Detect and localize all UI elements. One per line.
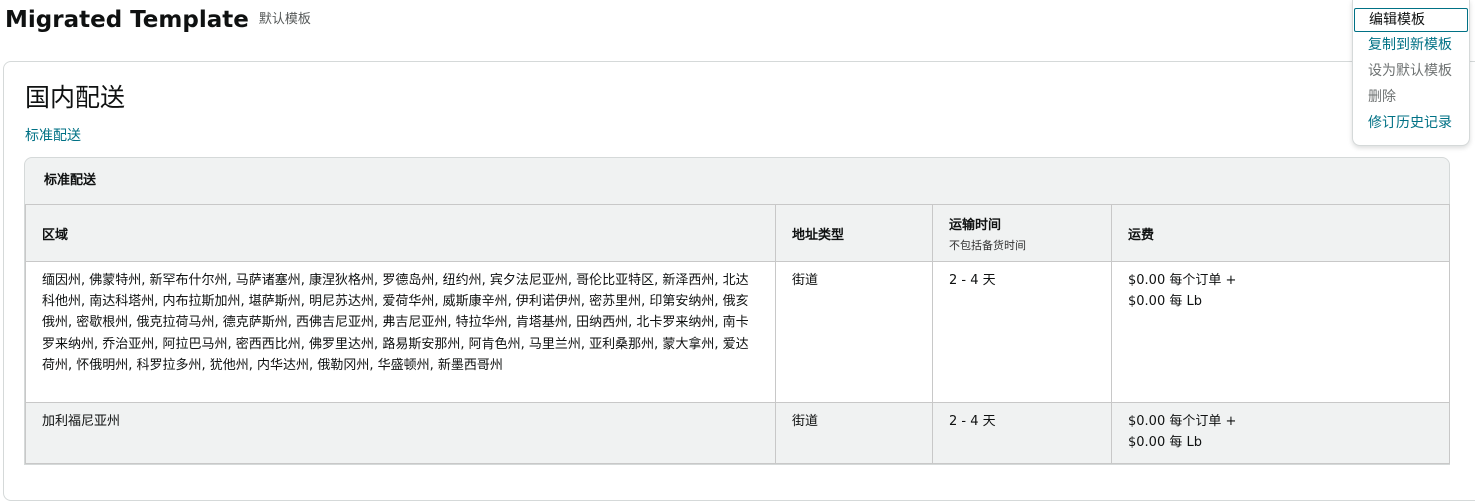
default-template-badge: 默认模板 (258, 12, 311, 27)
column-header-address-type: 地址类型 (775, 204, 933, 262)
fee-per-weight: $0.00 每 Lb (1128, 435, 1202, 451)
standard-shipping-link[interactable]: 标准配送 (25, 125, 81, 145)
menu-item-revision-history[interactable]: 修订历史记录 (1353, 110, 1469, 136)
fee-per-weight: $0.00 每 Lb (1128, 294, 1202, 310)
standard-shipping-table-box: 标准配送 区域 地址类型 运输时间 不包括备货时间 运费 缅因州, 佛蒙特州, … (24, 157, 1450, 466)
transit-time-note: 不包括备货时间 (949, 238, 1026, 252)
table-caption: 标准配送 (44, 173, 97, 188)
menu-item-edit-template[interactable]: 编辑模板 (1354, 8, 1468, 32)
cell-address-type: 街道 (775, 261, 933, 403)
column-header-transit-time: 运输时间 不包括备货时间 (932, 204, 1112, 262)
menu-item-copy-to-new-template[interactable]: 复制到新模板 (1353, 32, 1469, 58)
section-title-domestic-shipping: 国内配送 (25, 83, 126, 112)
page-title: Migrated Template (5, 7, 249, 33)
fee-per-order: $0.00 每个订单 + (1128, 414, 1237, 429)
shipping-template-card: 国内配送 标准配送 标准配送 区域 地址类型 运输时间 不包括备货时间 运费 缅… (3, 61, 1475, 501)
table-header-row: 区域 地址类型 运输时间 不包括备货时间 运费 (25, 204, 1450, 262)
column-header-fee: 运费 (1111, 204, 1450, 262)
cell-fee: $0.00 每个订单 + $0.00 每 Lb (1111, 261, 1450, 403)
cell-transit-time: 2 - 4 天 (932, 261, 1112, 403)
menu-item-set-default-template: 设为默认模板 (1368, 63, 1452, 79)
fee-per-order: $0.00 每个订单 + (1128, 273, 1237, 288)
cell-address-type: 街道 (775, 401, 933, 465)
shipping-rates-table: 区域 地址类型 运输时间 不包括备货时间 运费 缅因州, 佛蒙特州, 新罕布什尔… (25, 204, 1450, 465)
column-header-region: 区域 (25, 204, 776, 262)
table-row: 加利福尼亚州 街道 2 - 4 天 $0.00 每个订单 + $0.00 每 L… (25, 401, 1450, 465)
table-row: 缅因州, 佛蒙特州, 新罕布什尔州, 马萨诸塞州, 康涅狄格州, 罗德岛州, 纽… (25, 261, 1450, 403)
cell-region: 加利福尼亚州 (25, 401, 776, 465)
cell-fee: $0.00 每个订单 + $0.00 每 Lb (1111, 401, 1450, 465)
template-actions-menu: 编辑模板 复制到新模板 设为默认模板 删除 修订历史记录 (1352, 0, 1470, 146)
cell-transit-time: 2 - 4 天 (932, 401, 1112, 465)
menu-item-delete: 删除 (1368, 89, 1396, 105)
cell-region: 缅因州, 佛蒙特州, 新罕布什尔州, 马萨诸塞州, 康涅狄格州, 罗德岛州, 纽… (25, 261, 776, 403)
transit-time-label: 运输时间 (949, 217, 1002, 233)
page-header: Migrated Template 默认模板 (5, 4, 311, 36)
